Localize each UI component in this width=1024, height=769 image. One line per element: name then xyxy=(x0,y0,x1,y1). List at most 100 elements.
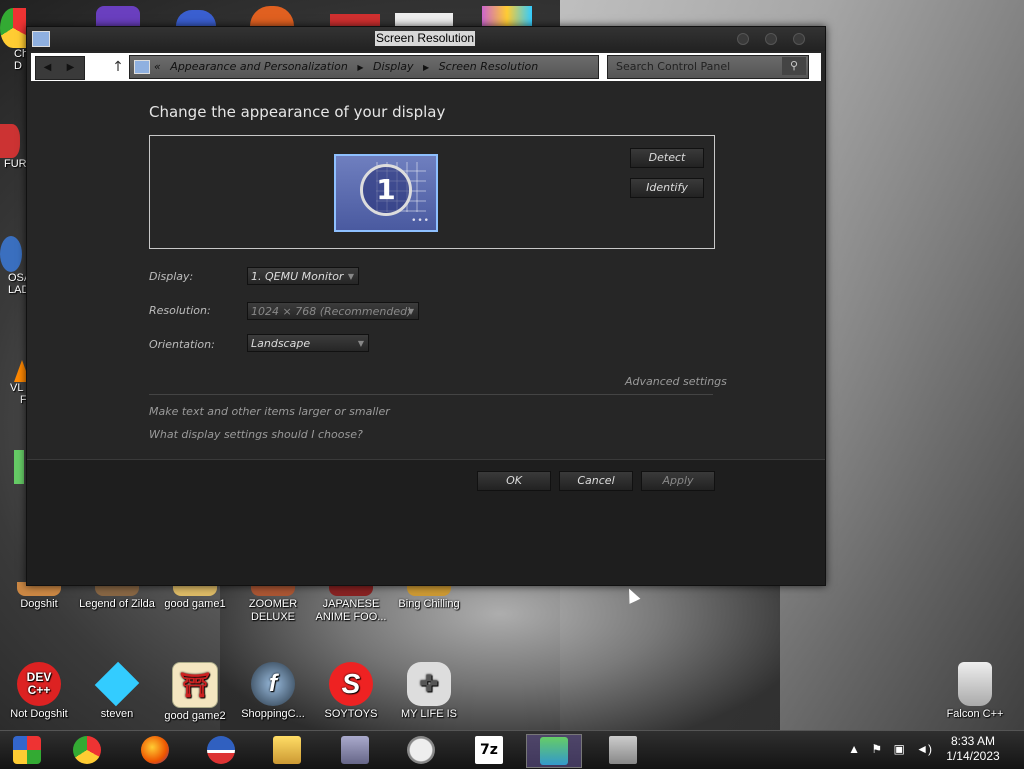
monitor-dots: ••• xyxy=(411,216,430,226)
display-select[interactable]: 1. QEMU Monitor ▼ xyxy=(247,267,359,285)
desktop-icon-label: good game2 xyxy=(164,710,226,722)
screen-resolution-window: Screen Resolution ◀ ▶ ↑ « Appearance and … xyxy=(26,26,826,586)
display-preview: 1 ••• Detect Identify xyxy=(149,135,715,249)
ok-button[interactable]: OK xyxy=(477,471,551,491)
file-explorer-icon[interactable] xyxy=(260,734,314,766)
firefox-icon[interactable] xyxy=(128,734,182,766)
cabinet-icon[interactable] xyxy=(596,734,650,766)
search-input[interactable] xyxy=(608,56,786,76)
up-arrow-icon[interactable]: ↑ xyxy=(111,56,125,78)
chevron-down-icon: ▼ xyxy=(347,272,354,281)
desktop-icon-label: Falcon C++ xyxy=(946,708,1004,720)
taskbar: 7z ▲ ⚑ ▣ ◄) 8:33 AM 1/14/2023 xyxy=(0,730,1024,769)
nav-arrows: ◀ ▶ xyxy=(35,56,85,80)
show-hidden-icons-icon[interactable]: ▲ xyxy=(848,742,860,756)
desktop-icon-label: Dogshit xyxy=(20,598,58,610)
resolution-select[interactable]: 1024 × 768 (Recommended) ▼ xyxy=(247,302,419,320)
breadcrumb: « Appearance and Personalization ▶ Displ… xyxy=(154,56,538,79)
page-title: Change the appearance of your display xyxy=(149,103,446,121)
title-bar[interactable]: Screen Resolution xyxy=(27,27,825,51)
7zip-icon[interactable]: 7z xyxy=(462,734,516,766)
desktop-icon-label: Not Dogshit xyxy=(10,708,68,720)
back-arrow-icon[interactable]: ◀ xyxy=(36,57,59,79)
desktop-icon[interactable]: DEV C++ Not Dogshit xyxy=(0,662,78,721)
desktop-icon[interactable]: steven xyxy=(78,661,156,721)
close-button[interactable] xyxy=(793,33,805,45)
clock-time: 8:33 AM xyxy=(950,734,996,748)
control-panel-icon xyxy=(134,60,150,74)
setup-icon[interactable] xyxy=(328,734,382,766)
chevron-down-icon: ▼ xyxy=(357,339,364,348)
control-panel-icon[interactable] xyxy=(526,734,582,768)
desktop-icon-label: SOYTOYS xyxy=(324,708,378,720)
desktop-icon-label: MY LIFE IS xyxy=(400,708,458,720)
clock[interactable]: 8:33 AM 1/14/2023 xyxy=(938,734,1008,764)
chevron-down-icon: ▼ xyxy=(407,307,414,316)
monitor-1-icon[interactable]: 1 ••• xyxy=(334,154,438,232)
address-bar[interactable]: « Appearance and Personalization ▶ Displ… xyxy=(129,55,695,79)
soytoys-s-icon: S xyxy=(329,662,373,706)
navigation-bar: ◀ ▶ ↑ « Appearance and Personalization ▶ … xyxy=(31,53,821,81)
recycle-bin[interactable]: Falcon C++ xyxy=(936,662,1014,721)
desktop-icon-label: D xyxy=(14,60,22,72)
desktop-icon[interactable]: S SOYTOYS xyxy=(312,662,390,721)
obama-icon[interactable] xyxy=(194,734,248,766)
desktop-icon[interactable]: Dogshit xyxy=(0,582,78,611)
cancel-button[interactable]: Cancel xyxy=(559,471,633,491)
breadcrumb-item[interactable]: Display xyxy=(373,60,414,73)
detect-button[interactable]: Detect xyxy=(630,148,704,168)
identify-button[interactable]: Identify xyxy=(630,178,704,198)
clock-icon[interactable] xyxy=(394,734,448,766)
desktop-icon[interactable]: good game1 xyxy=(156,582,234,611)
forward-arrow-icon[interactable]: ▶ xyxy=(59,57,82,79)
desktop-icon-label: ShoppingC... xyxy=(241,708,305,720)
magnifier-icon[interactable]: ⚲ xyxy=(782,57,806,75)
monitor-number: 1 xyxy=(360,164,412,216)
desktop-icon-label: ZOOMER DELUXE xyxy=(248,598,298,623)
advanced-settings-link[interactable]: Advanced settings xyxy=(625,375,727,388)
resolution-value: 1024 × 768 (Recommended) xyxy=(251,305,412,318)
text-size-link[interactable]: Make text and other items larger or smal… xyxy=(149,405,390,418)
desktop-icon-label: JAPANESE ANIME FOO... xyxy=(315,598,387,623)
desktop-icon[interactable]: ⛩ good game2 xyxy=(156,662,234,723)
desktop-icon-label: Legend of Zilda xyxy=(79,598,155,610)
recycle-bin-icon xyxy=(958,662,992,706)
desktop-icon[interactable]: f ShoppingC... xyxy=(234,662,312,721)
desktop-icon[interactable]: ✜ MY LIFE IS xyxy=(390,662,468,721)
start-orb-icon[interactable] xyxy=(0,734,54,766)
maximize-button[interactable] xyxy=(765,33,777,45)
resolution-label: Resolution: xyxy=(149,304,211,317)
desktop-icon[interactable]: ZOOMER DELUXE xyxy=(234,582,312,624)
desktop-icon-label: steven xyxy=(100,708,134,720)
torii-gate-icon: ⛩ xyxy=(172,662,218,708)
display-label: Display: xyxy=(149,270,194,283)
devcpp-icon: DEV C++ xyxy=(17,662,61,706)
clock-date: 1/14/2023 xyxy=(946,749,1000,763)
desktop-icon[interactable]: JAPANESE ANIME FOO... xyxy=(312,582,390,624)
desktop-icon-label: good game1 xyxy=(164,598,226,610)
breadcrumb-overflow[interactable]: « xyxy=(154,60,161,73)
breadcrumb-chevron-icon[interactable]: ▶ xyxy=(423,63,429,72)
app-icon[interactable] xyxy=(482,6,532,26)
app-icon[interactable] xyxy=(250,6,294,26)
display-value: 1. QEMU Monitor xyxy=(251,270,344,283)
flag-icon[interactable]: ⚑ xyxy=(871,742,882,756)
network-icon[interactable]: ▣ xyxy=(893,742,904,756)
visual-studio-icon[interactable] xyxy=(96,6,140,26)
desktop-icon[interactable]: Legend of Zilda xyxy=(78,582,156,611)
desktop-icon-label: F xyxy=(20,394,27,406)
chrome-icon[interactable] xyxy=(60,734,114,766)
breadcrumb-chevron-icon[interactable]: ▶ xyxy=(357,63,363,72)
apply-button[interactable]: Apply xyxy=(641,471,715,491)
breadcrumb-item[interactable]: Appearance and Personalization xyxy=(170,60,348,73)
volume-icon[interactable]: ◄) xyxy=(916,742,932,756)
divider xyxy=(149,394,713,395)
gamepad-icon: ✜ xyxy=(407,662,451,706)
help-link[interactable]: What display settings should I choose? xyxy=(149,428,363,441)
breadcrumb-item[interactable]: Screen Resolution xyxy=(439,60,539,73)
orientation-select[interactable]: Landscape ▼ xyxy=(247,334,369,352)
desktop-icon[interactable]: Bing Chilling xyxy=(390,582,468,611)
app-icon[interactable] xyxy=(176,10,216,26)
minimize-button[interactable] xyxy=(737,33,749,45)
app-icon[interactable] xyxy=(330,14,380,26)
